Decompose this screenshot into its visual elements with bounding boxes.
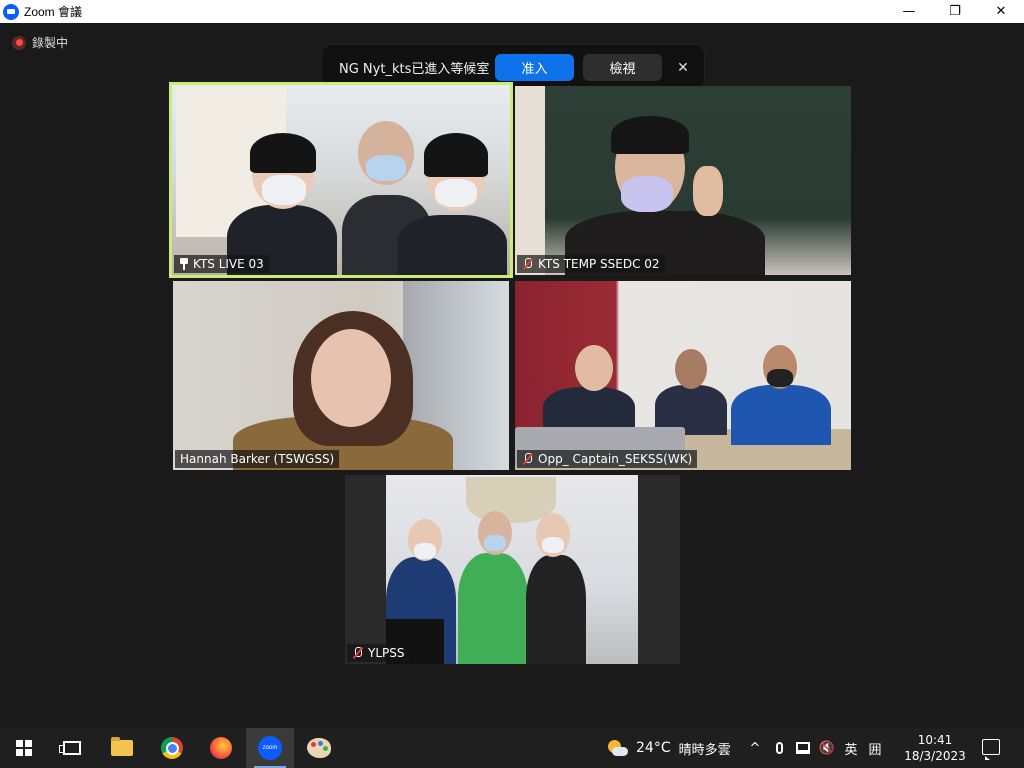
view-button[interactable]: 檢視	[583, 54, 662, 81]
file-explorer-icon	[111, 737, 133, 756]
waving-hand	[693, 166, 723, 216]
maximize-button[interactable]: ❐	[932, 0, 978, 23]
microphone-icon[interactable]	[772, 742, 786, 754]
participant-name: KTS TEMP SSEDC 02	[538, 257, 660, 271]
mic-muted-icon	[522, 453, 534, 465]
participant-name: KTS LIVE 03	[193, 257, 264, 271]
face-mask	[414, 543, 436, 559]
mic-muted-icon	[522, 258, 534, 270]
participant-body	[526, 555, 586, 664]
video-tile-opp-captain-sekss[interactable]: Opp_ Captain_SEKSS(WK)	[515, 281, 851, 470]
dismiss-notification-button[interactable]: ✕	[672, 57, 694, 79]
face-mask	[262, 175, 306, 205]
face-mask	[435, 179, 477, 207]
window-controls: — ❐ ✕	[886, 0, 1024, 23]
zoom-app-icon	[3, 3, 19, 20]
pin-icon	[179, 258, 189, 270]
notification-message: NG Nyt_kts已進入等候室	[339, 61, 490, 77]
weather-temp: 24°C	[636, 740, 671, 756]
task-view-icon	[59, 741, 81, 755]
recording-label: 錄製中	[32, 36, 69, 50]
ime-mode-indicator[interactable]: 囲	[868, 739, 882, 758]
face-mask	[767, 369, 793, 387]
start-button[interactable]	[0, 728, 48, 768]
windows-taskbar: zoom 24°C 晴時多雲 ^ 🔇 英 囲 10:41 18/3/2023	[0, 728, 1024, 768]
participant-hair	[424, 133, 488, 177]
participant-label: Opp_ Captain_SEKSS(WK)	[517, 450, 698, 468]
face-mask	[366, 155, 406, 181]
chrome-icon	[161, 737, 183, 759]
participant-hair	[611, 116, 689, 154]
participant-body	[397, 215, 507, 275]
zoom-taskbar-button[interactable]: zoom	[246, 728, 294, 768]
window-title: Zoom 會議	[24, 5, 83, 19]
firefox-icon	[210, 737, 232, 759]
paint-icon	[307, 738, 331, 758]
doorframe	[515, 86, 545, 275]
minimize-button[interactable]: —	[886, 0, 932, 23]
paint-button[interactable]	[295, 728, 343, 768]
face-mask	[621, 176, 673, 212]
participant-body	[458, 553, 528, 664]
ylpss-video-feed	[386, 475, 638, 664]
video-tile-hannah-barker[interactable]: Hannah Barker (TSWGSS)	[173, 281, 509, 470]
recording-indicator[interactable]: 錄製中	[12, 34, 68, 51]
notification-center-icon[interactable]	[982, 739, 1000, 760]
weather-widget[interactable]: 24°C 晴時多雲	[606, 728, 731, 768]
participant-label: YLPSS	[347, 644, 410, 662]
mic-muted-icon	[352, 647, 364, 659]
ime-language-indicator[interactable]: 英	[844, 739, 858, 758]
task-view-button[interactable]	[48, 728, 96, 768]
participant-head	[575, 345, 613, 391]
recording-icon	[12, 35, 26, 50]
participant-name: Hannah Barker (TSWGSS)	[180, 452, 335, 466]
file-explorer-button[interactable]	[98, 728, 146, 768]
participant-name: YLPSS	[368, 646, 405, 660]
video-tile-kts-temp-ssedc-02[interactable]: KTS TEMP SSEDC 02	[515, 86, 851, 275]
partly-cloudy-icon	[606, 739, 628, 757]
show-hidden-icons-chevron[interactable]: ^	[748, 741, 762, 756]
clock-date: 18/3/2023	[904, 749, 966, 763]
window-titlebar[interactable]: Zoom 會議 — ❐ ✕	[0, 0, 1024, 23]
participant-name: Opp_ Captain_SEKSS(WK)	[538, 452, 693, 466]
participant-hair	[250, 133, 316, 173]
chrome-button[interactable]	[148, 728, 196, 768]
taskbar-clock[interactable]: 10:41 18/3/2023	[900, 732, 970, 764]
weather-condition: 晴時多雲	[678, 742, 731, 758]
clock-time: 10:41	[917, 733, 953, 747]
system-tray: ^ 🔇 英 囲	[748, 728, 882, 768]
volume-muted-icon[interactable]: 🔇	[819, 741, 835, 756]
participant-body	[731, 385, 831, 445]
face-mask	[542, 537, 564, 553]
participant-label: Hannah Barker (TSWGSS)	[175, 450, 340, 468]
participant-label: KTS LIVE 03	[174, 255, 269, 273]
participant-label: KTS TEMP SSEDC 02	[517, 255, 665, 273]
close-button[interactable]: ✕	[978, 0, 1024, 23]
participant-head	[311, 329, 391, 427]
zoom-icon: zoom	[258, 736, 282, 760]
network-icon[interactable]	[796, 742, 810, 754]
participant-head	[675, 349, 707, 389]
video-tile-ylpss[interactable]: YLPSS	[345, 475, 680, 664]
firefox-button[interactable]	[197, 728, 245, 768]
admit-button[interactable]: 准入	[495, 54, 574, 81]
start-icon	[16, 740, 32, 756]
video-tile-kts-live-03[interactable]: KTS LIVE 03	[169, 82, 513, 278]
face-mask	[484, 535, 506, 551]
